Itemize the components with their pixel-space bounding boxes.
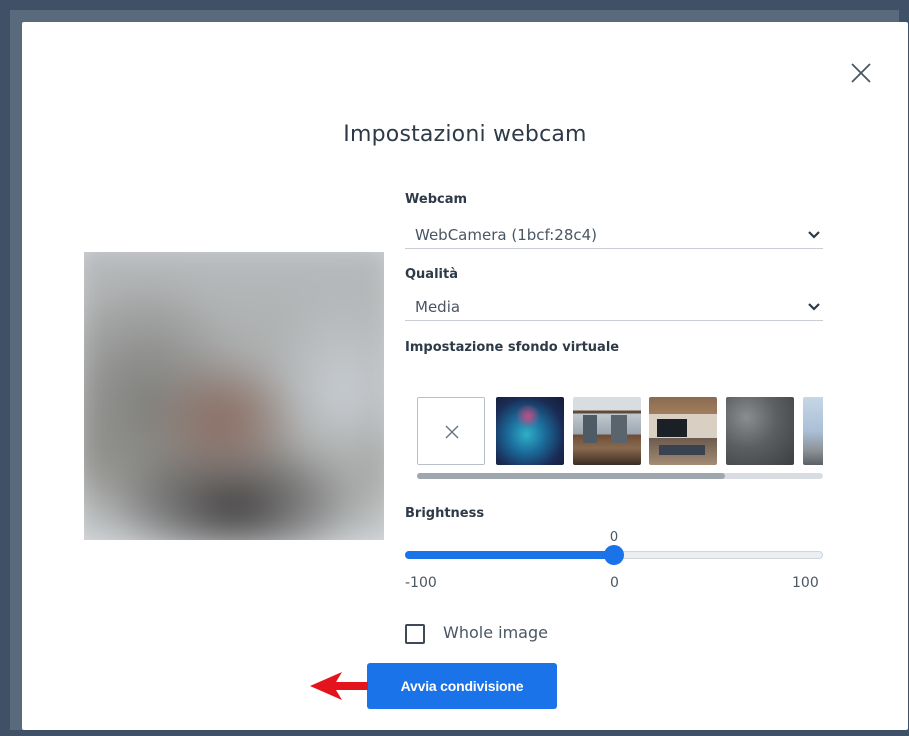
window-frame-left [0, 0, 10, 736]
brightness-current-value: 0 [609, 530, 619, 545]
brightness-slider-handle[interactable] [604, 545, 624, 565]
close-icon [851, 63, 871, 83]
whole-image-label: Whole image [443, 623, 548, 642]
webcam-label: Webcam [405, 192, 468, 207]
background-option-stone-texture[interactable] [726, 397, 794, 465]
chevron-down-icon [807, 300, 821, 314]
whole-image-checkbox[interactable] [405, 624, 425, 644]
close-button[interactable] [848, 60, 874, 86]
quality-label: Qualità [405, 267, 458, 282]
brightness-label: Brightness [405, 506, 485, 521]
background-list-scrollbar[interactable] [417, 473, 823, 479]
webcam-select-value: WebCamera (1bcf:28c4) [415, 226, 598, 244]
background-option-office-tv[interactable] [649, 397, 717, 465]
background-option-office-windows[interactable] [573, 397, 641, 465]
quality-select-value: Media [415, 298, 461, 316]
start-sharing-button[interactable]: Avvia condivisione [367, 663, 557, 709]
background-option-none[interactable] [417, 397, 485, 465]
brightness-min-label: -100 [405, 575, 437, 591]
background-option-city-view[interactable] [803, 397, 823, 465]
webcam-select[interactable]: WebCamera (1bcf:28c4) [405, 220, 823, 249]
window-frame-top [0, 0, 909, 10]
background-option-aurora[interactable] [496, 397, 564, 465]
webcam-preview-image [84, 252, 384, 540]
none-icon [445, 425, 459, 439]
webcam-settings-dialog: Impostazioni webcam Webcam WebCamera (1b… [22, 22, 908, 730]
annotation-arrow-icon [310, 672, 368, 700]
brightness-slider-fill [405, 551, 614, 559]
brightness-slider[interactable] [405, 545, 823, 565]
background-list-scrollbar-thumb[interactable] [417, 473, 725, 479]
virtual-background-list[interactable] [417, 397, 823, 469]
quality-select[interactable]: Media [405, 292, 823, 321]
chevron-down-icon [807, 228, 821, 242]
brightness-mid-label: 0 [610, 575, 619, 591]
dialog-title: Impostazioni webcam [343, 122, 587, 147]
virtual-background-label: Impostazione sfondo virtuale [405, 340, 620, 355]
window-frame-bottom [0, 730, 909, 736]
brightness-max-label: 100 [792, 575, 819, 591]
webcam-preview [84, 252, 384, 540]
